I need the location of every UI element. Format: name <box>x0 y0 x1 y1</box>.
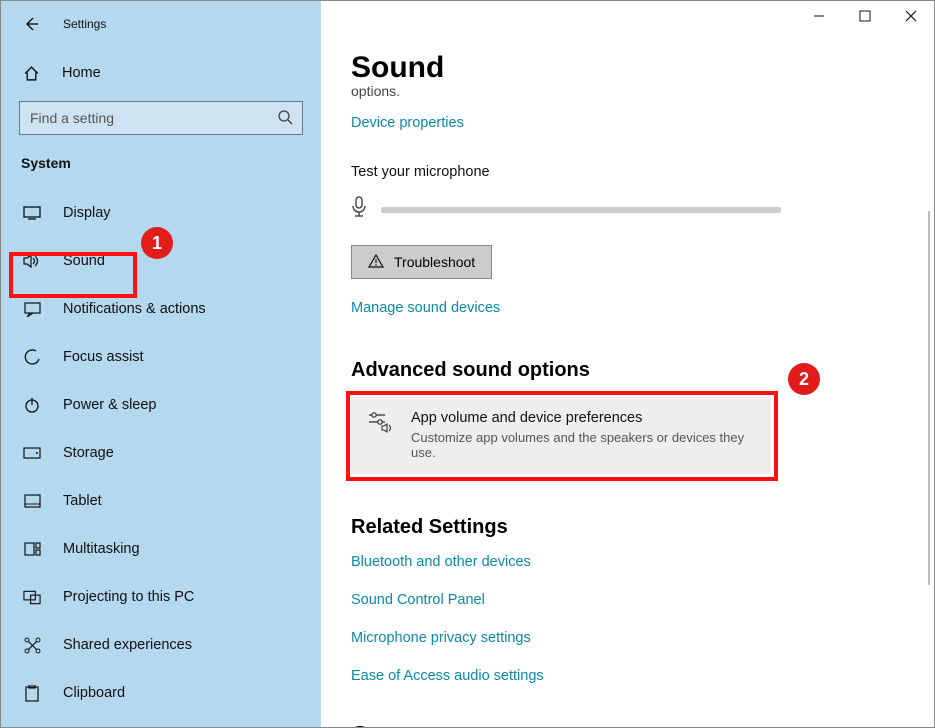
sidebar-item-label: Shared experiences <box>63 637 192 653</box>
storage-icon <box>23 447 41 459</box>
sidebar-item-label: Storage <box>63 445 114 461</box>
projecting-icon <box>23 590 41 605</box>
sound-icon <box>23 253 41 269</box>
troubleshoot-label: Troubleshoot <box>394 254 475 270</box>
sidebar-item-power-sleep[interactable]: Power & sleep <box>1 381 321 429</box>
titlebar: Settings <box>1 11 321 37</box>
home-button[interactable]: Home <box>1 57 321 89</box>
annotation-badge-2: 2 <box>788 363 820 395</box>
adv-card-title: App volume and device preferences <box>411 410 755 426</box>
sidebar-item-clipboard[interactable]: Clipboard <box>1 669 321 717</box>
troubleshoot-button[interactable]: Troubleshoot <box>351 245 492 279</box>
sidebar-item-label: Multitasking <box>63 541 140 557</box>
clipboard-icon <box>23 685 41 702</box>
sidebar-item-storage[interactable]: Storage <box>1 429 321 477</box>
test-mic-label: Test your microphone <box>351 164 904 180</box>
app-title: Settings <box>63 17 106 31</box>
sidebar: Settings Home System Display Sound <box>1 1 321 727</box>
multitasking-icon <box>23 542 41 556</box>
nav-list: Display Sound Notifications & actions Fo… <box>1 189 321 717</box>
truncated-text: options. <box>351 83 904 99</box>
sidebar-item-label: Focus assist <box>63 349 144 365</box>
notifications-icon <box>23 302 41 317</box>
focus-assist-icon <box>23 349 41 366</box>
link-sound-control-panel[interactable]: Sound Control Panel <box>351 592 485 608</box>
advanced-heading: Advanced sound options <box>351 359 904 382</box>
sidebar-item-focus-assist[interactable]: Focus assist <box>1 333 321 381</box>
warning-icon <box>368 254 384 271</box>
link-manage-devices[interactable]: Manage sound devices <box>351 300 500 316</box>
sidebar-item-notifications[interactable]: Notifications & actions <box>1 285 321 333</box>
shared-icon <box>23 637 41 654</box>
power-icon <box>23 397 41 413</box>
link-bluetooth[interactable]: Bluetooth and other devices <box>351 554 531 570</box>
sidebar-item-projecting[interactable]: Projecting to this PC <box>1 573 321 621</box>
annotation-badge-1: 1 <box>141 227 173 259</box>
home-label: Home <box>62 65 101 81</box>
help-icon: ? <box>351 725 371 727</box>
link-mic-privacy[interactable]: Microphone privacy settings <box>351 630 531 646</box>
home-icon <box>23 65 40 82</box>
tablet-icon <box>23 494 41 508</box>
microphone-icon <box>351 196 367 223</box>
link-ease-of-access[interactable]: Ease of Access audio settings <box>351 668 544 684</box>
adv-app-volume-card[interactable]: App volume and device preferences Custom… <box>351 396 771 474</box>
sidebar-item-label: Power & sleep <box>63 397 157 413</box>
page-title: Sound <box>351 51 904 85</box>
related-heading: Related Settings <box>351 516 904 539</box>
sidebar-item-label: Notifications & actions <box>63 301 206 317</box>
sidebar-item-multitasking[interactable]: Multitasking <box>1 525 321 573</box>
mic-level-bar <box>381 207 781 213</box>
search-input[interactable] <box>19 101 303 135</box>
sidebar-item-label: Tablet <box>63 493 102 509</box>
sidebar-item-label: Sound <box>63 253 105 269</box>
category-label: System <box>1 135 321 179</box>
sidebar-item-tablet[interactable]: Tablet <box>1 477 321 525</box>
back-icon[interactable] <box>23 16 39 32</box>
search-box[interactable] <box>19 101 303 135</box>
link-device-properties[interactable]: Device properties <box>351 115 464 131</box>
sidebar-item-label: Display <box>63 205 111 221</box>
display-icon <box>23 206 41 220</box>
sidebar-item-shared-experiences[interactable]: Shared experiences <box>1 621 321 669</box>
adv-card-subtitle: Customize app volumes and the speakers o… <box>411 430 755 460</box>
sidebar-item-label: Projecting to this PC <box>63 589 194 605</box>
main-panel: Sound options. Device properties Test yo… <box>321 1 934 727</box>
sliders-icon <box>367 410 393 439</box>
search-icon <box>277 109 293 130</box>
sidebar-item-label: Clipboard <box>63 685 125 701</box>
